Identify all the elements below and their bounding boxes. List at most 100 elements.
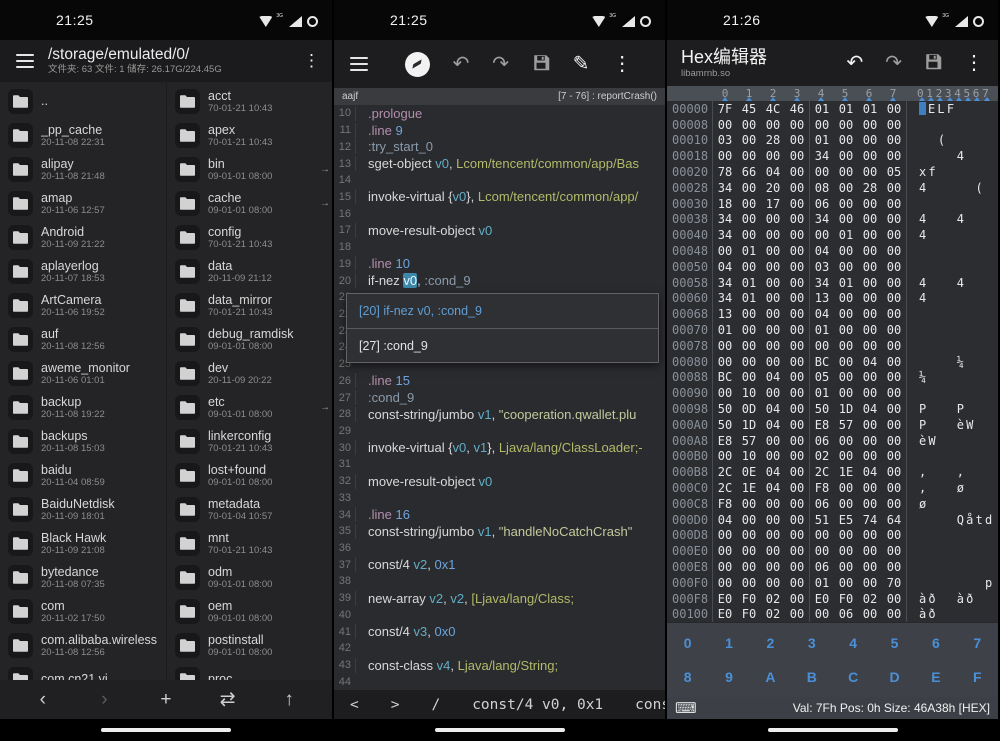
hex-row[interactable]: 000007F454C4601010100ELF <box>667 101 998 117</box>
hex-byte[interactable]: 01 <box>834 102 858 116</box>
hex-byte[interactable]: 00 <box>785 370 809 384</box>
list-item[interactable]: dev20-11-09 20:22 <box>167 356 332 390</box>
hex-byte[interactable]: 00 <box>834 355 858 369</box>
ascii-cell[interactable] <box>906 543 998 559</box>
switch-window-button[interactable]: ⇄ <box>208 690 248 709</box>
code-line[interactable]: 13sget-object v0, Lcom/tencent/common/ap… <box>334 155 665 172</box>
hex-byte[interactable]: 74 <box>858 513 882 527</box>
hex-byte[interactable]: 00 <box>761 355 785 369</box>
hex-row[interactable]: 000100300280001000000 ( <box>667 133 998 149</box>
hex-byte[interactable]: 00 <box>737 513 761 527</box>
hex-key-d[interactable]: D <box>874 662 915 692</box>
hex-byte[interactable]: 01 <box>810 576 834 590</box>
hex-byte[interactable]: 00 <box>737 497 761 511</box>
hex-byte[interactable]: 00 <box>858 370 882 384</box>
hex-byte[interactable]: 00 <box>785 544 809 558</box>
hex-byte[interactable]: 00 <box>785 133 809 147</box>
hex-byte[interactable]: 00 <box>713 244 737 258</box>
hex-byte[interactable]: 00 <box>737 197 761 211</box>
hex-byte[interactable]: 00 <box>858 197 882 211</box>
hex-byte[interactable]: 00 <box>737 560 761 574</box>
hex-byte[interactable]: 00 <box>785 513 809 527</box>
keyboard-icon[interactable]: ⌨ <box>675 701 697 716</box>
hex-row[interactable]: 000F8E0F00200E0F00200àð àð <box>667 591 998 607</box>
hex-byte[interactable]: E8 <box>713 434 737 448</box>
class-breadcrumb[interactable]: aajf <box>342 91 358 102</box>
hex-byte[interactable]: 00 <box>834 133 858 147</box>
ascii-cell[interactable]: ø <box>906 496 998 512</box>
ascii-cell[interactable]: 4 <box>906 148 998 164</box>
hex-byte[interactable]: 00 <box>858 149 882 163</box>
hex-key-f[interactable]: F <box>957 662 998 692</box>
ascii-cell[interactable]: p <box>906 575 998 591</box>
hex-byte[interactable]: 00 <box>761 291 785 305</box>
hex-byte[interactable]: 00 <box>858 339 882 353</box>
code-line[interactable]: 43const-class v4, Ljava/lang/String; <box>334 657 665 674</box>
hex-byte[interactable]: 06 <box>810 497 834 511</box>
hex-byte[interactable]: 00 <box>810 228 834 242</box>
hex-byte[interactable]: 00 <box>737 228 761 242</box>
hex-byte[interactable]: F8 <box>810 481 834 495</box>
ascii-cell[interactable]: , ø <box>906 480 998 496</box>
hex-byte[interactable]: 00 <box>785 528 809 542</box>
hex-byte[interactable]: 0D <box>737 402 761 416</box>
hex-byte[interactable]: 00 <box>882 434 906 448</box>
hex-byte[interactable]: 1E <box>834 465 858 479</box>
hex-byte[interactable]: 00 <box>834 291 858 305</box>
list-item[interactable]: bin09-01-01 08:00→ <box>167 152 332 186</box>
hex-byte[interactable]: 00 <box>882 102 906 116</box>
hex-byte[interactable]: 00 <box>737 576 761 590</box>
hex-byte[interactable]: 00 <box>785 465 809 479</box>
code-line[interactable]: 41const/4 v3, 0x0 <box>334 623 665 640</box>
menu-icon[interactable] <box>16 54 34 68</box>
hex-byte[interactable]: 34 <box>713 276 737 290</box>
popup-reference-item[interactable]: [20] if-nez v0, :cond_9 <box>347 294 658 328</box>
hex-byte[interactable]: 70 <box>882 576 906 590</box>
hex-key-6[interactable]: 6 <box>915 628 956 658</box>
hex-byte[interactable]: 4C <box>761 102 785 116</box>
hex-byte[interactable]: 00 <box>882 386 906 400</box>
hex-byte[interactable]: 00 <box>882 339 906 353</box>
ascii-cell[interactable]: 4 4 <box>906 275 998 291</box>
hex-byte[interactable]: 00 <box>882 497 906 511</box>
hex-byte[interactable]: 00 <box>761 276 785 290</box>
hex-row[interactable]: 00100E0F0020000060000àð <box>667 607 998 623</box>
hex-byte[interactable]: 00 <box>882 402 906 416</box>
hex-byte[interactable]: 01 <box>834 228 858 242</box>
hex-byte[interactable]: 34 <box>810 212 834 226</box>
hex-byte[interactable]: 00 <box>834 497 858 511</box>
code-line[interactable]: 39new-array v2, v2, [Ljava/lang/Class; <box>334 590 665 607</box>
hex-byte[interactable]: 00 <box>834 434 858 448</box>
hex-byte[interactable]: 00 <box>785 355 809 369</box>
code-line[interactable]: 31 <box>334 456 665 473</box>
hex-byte[interactable]: 00 <box>785 386 809 400</box>
hex-byte[interactable]: 00 <box>882 228 906 242</box>
hex-byte[interactable]: 7F <box>713 102 737 116</box>
hex-byte[interactable]: 01 <box>737 291 761 305</box>
hex-byte[interactable]: 00 <box>761 118 785 132</box>
hex-byte[interactable]: 00 <box>834 386 858 400</box>
hex-byte[interactable]: 00 <box>761 560 785 574</box>
ascii-cell[interactable]: ELF <box>906 101 998 117</box>
hex-byte[interactable]: 05 <box>882 165 906 179</box>
hex-key-b[interactable]: B <box>791 662 832 692</box>
hex-byte[interactable]: 00 <box>785 276 809 290</box>
hex-byte[interactable]: BC <box>713 370 737 384</box>
save-icon[interactable] <box>924 52 942 74</box>
list-item[interactable]: com20-11-02 17:50 <box>0 594 166 628</box>
hex-byte[interactable]: 03 <box>810 260 834 274</box>
hex-byte[interactable]: 10 <box>737 449 761 463</box>
hex-byte[interactable]: 00 <box>761 434 785 448</box>
ascii-cell[interactable]: àð <box>906 607 998 623</box>
hex-byte[interactable]: 00 <box>882 291 906 305</box>
hex-byte[interactable]: 00 <box>785 197 809 211</box>
hex-byte[interactable]: 51 <box>810 513 834 527</box>
hex-byte[interactable]: 00 <box>834 244 858 258</box>
hex-byte[interactable]: 05 <box>810 370 834 384</box>
hex-byte[interactable]: 06 <box>810 560 834 574</box>
ascii-cell[interactable]: ( <box>906 133 998 149</box>
hex-byte[interactable]: 00 <box>858 276 882 290</box>
hex-row[interactable]: 000301800170006000000 <box>667 196 998 212</box>
ascii-cell[interactable]: ¼ <box>906 370 998 386</box>
hex-byte[interactable]: E8 <box>810 418 834 432</box>
